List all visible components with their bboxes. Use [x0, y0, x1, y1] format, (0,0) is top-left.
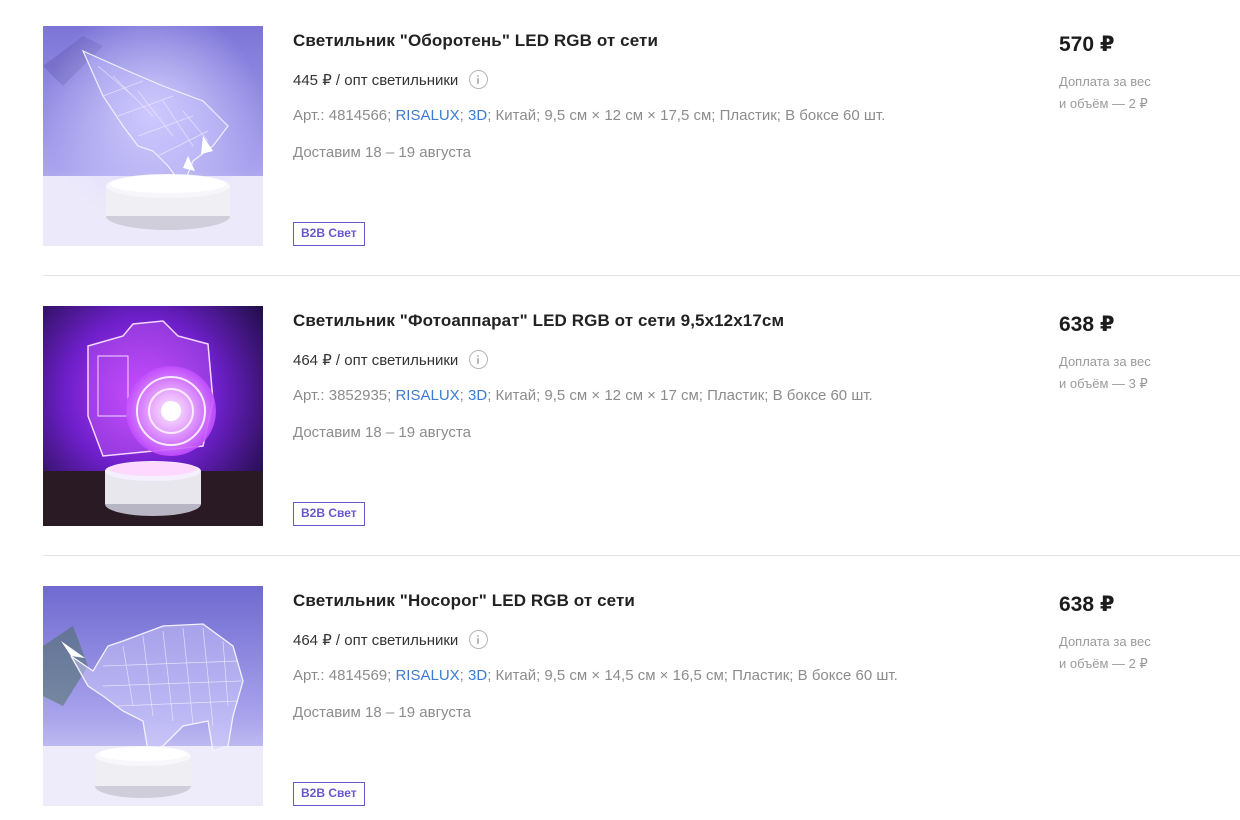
divider [43, 275, 1240, 276]
seller-badge[interactable]: B2B Свет [293, 782, 365, 806]
spec-rest: ; Китай; 9,5 см × 12 см × 17,5 см; Пласт… [487, 107, 886, 124]
type-link[interactable]: 3D [468, 107, 487, 124]
surcharge-line-1: Доплата за вес [1059, 634, 1151, 649]
brand-link[interactable]: RISALUX [395, 667, 459, 684]
type-link[interactable]: 3D [468, 667, 487, 684]
spec-separator: ; [459, 387, 464, 404]
product-specs: Арт.: 4814569; RISALUX; 3D; Китай; 9,5 с… [293, 667, 898, 684]
wholesale-price-text: 464 ₽ / опт светильники [293, 631, 459, 649]
product-card: Светильник "Носорог" LED RGB от сети 464… [0, 560, 1240, 820]
seller-badge[interactable]: B2B Свет [293, 502, 365, 526]
surcharge-line-1: Доплата за вес [1059, 74, 1151, 89]
surcharge-note: Доплата за вес и объём — 3 ₽ [1059, 351, 1189, 395]
spec-article: Арт.: 4814569; [293, 667, 392, 684]
product-price: 570 ₽ [1059, 33, 1115, 56]
wholesale-price: 464 ₽ / опт светильники [293, 630, 489, 649]
surcharge-note: Доплата за вес и объём — 2 ₽ [1059, 71, 1189, 115]
spec-rest: ; Китай; 9,5 см × 12 см × 17 см; Пластик… [487, 387, 873, 404]
info-icon[interactable] [469, 630, 489, 649]
delivery-info: Доставим 18 – 19 августа [293, 704, 471, 721]
product-price: 638 ₽ [1059, 593, 1115, 616]
camera-lamp-image [43, 306, 263, 526]
product-title[interactable]: Светильник "Фотоаппарат" LED RGB от сети… [293, 311, 784, 331]
product-image[interactable] [43, 586, 263, 806]
surcharge-line-2: и объём — 2 ₽ [1059, 96, 1148, 111]
wholesale-price-text: 464 ₽ / опт светильники [293, 351, 459, 369]
product-title[interactable]: Светильник "Оборотень" LED RGB от сети [293, 31, 658, 51]
seller-badge[interactable]: B2B Свет [293, 222, 365, 246]
wholesale-price: 445 ₽ / опт светильники [293, 70, 489, 89]
product-image[interactable] [43, 26, 263, 246]
brand-link[interactable]: RISALUX [395, 107, 459, 124]
wholesale-price-text: 445 ₽ / опт светильники [293, 71, 459, 89]
delivery-info: Доставим 18 – 19 августа [293, 144, 471, 161]
surcharge-line-1: Доплата за вес [1059, 354, 1151, 369]
spec-rest: ; Китай; 9,5 см × 14,5 см × 16,5 см; Пла… [487, 667, 898, 684]
type-link[interactable]: 3D [468, 387, 487, 404]
info-icon[interactable] [469, 70, 489, 89]
surcharge-line-2: и объём — 3 ₽ [1059, 376, 1148, 391]
spec-separator: ; [459, 107, 464, 124]
rhino-lamp-image [43, 586, 263, 806]
surcharge-note: Доплата за вес и объём — 2 ₽ [1059, 631, 1189, 675]
spec-article: Арт.: 3852935; [293, 387, 392, 404]
info-icon[interactable] [469, 350, 489, 369]
delivery-info: Доставим 18 – 19 августа [293, 424, 471, 441]
product-price: 638 ₽ [1059, 313, 1115, 336]
divider [43, 555, 1240, 556]
product-card: Светильник "Оборотень" LED RGB от сети 4… [0, 0, 1240, 280]
brand-link[interactable]: RISALUX [395, 387, 459, 404]
spec-article: Арт.: 4814566; [293, 107, 392, 124]
product-image[interactable] [43, 306, 263, 526]
product-card: Светильник "Фотоаппарат" LED RGB от сети… [0, 280, 1240, 560]
surcharge-line-2: и объём — 2 ₽ [1059, 656, 1148, 671]
wolf-lamp-image [43, 26, 263, 246]
product-specs: Арт.: 3852935; RISALUX; 3D; Китай; 9,5 с… [293, 387, 873, 404]
spec-separator: ; [459, 667, 464, 684]
product-specs: Арт.: 4814566; RISALUX; 3D; Китай; 9,5 с… [293, 107, 885, 124]
wholesale-price: 464 ₽ / опт светильники [293, 350, 489, 369]
product-title[interactable]: Светильник "Носорог" LED RGB от сети [293, 591, 635, 611]
